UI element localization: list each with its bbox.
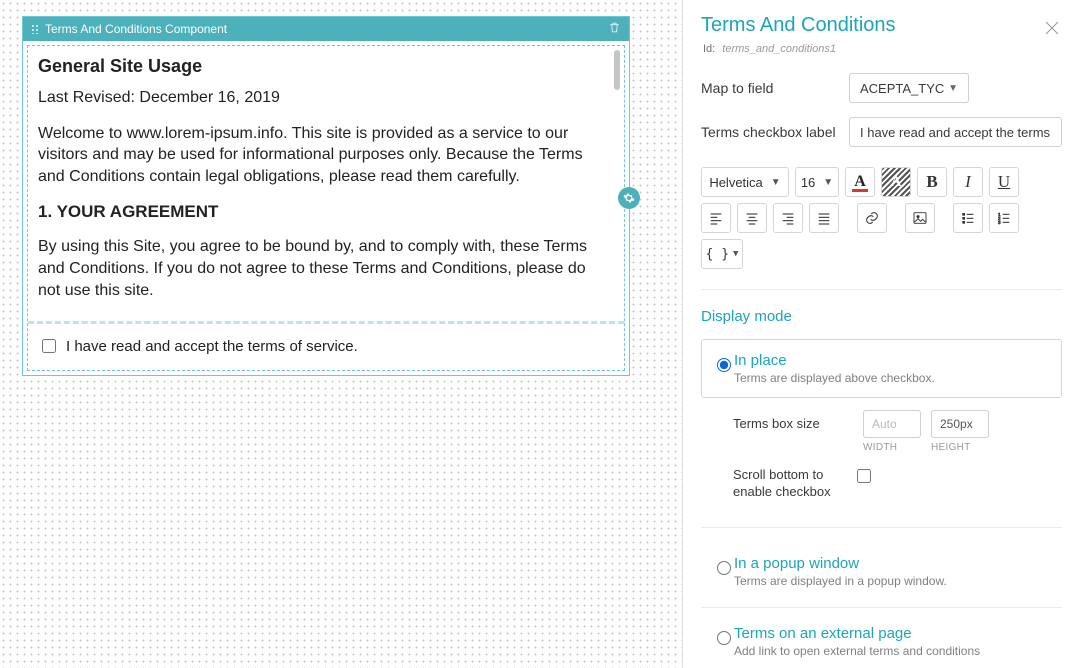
number-list-icon: 123 bbox=[996, 210, 1012, 226]
chevron-down-icon: ▼ bbox=[771, 177, 781, 188]
mode-external-desc: Add link to open external terms and cond… bbox=[734, 644, 980, 658]
component-header[interactable]: Terms And Conditions Component bbox=[23, 17, 629, 41]
mode-option-external[interactable]: Terms on an external page Add link to op… bbox=[701, 612, 1062, 668]
align-right-button[interactable] bbox=[773, 203, 803, 233]
terms-accept-checkbox[interactable] bbox=[42, 339, 56, 353]
close-icon bbox=[1042, 18, 1062, 38]
align-center-icon bbox=[744, 210, 760, 226]
font-color-button[interactable]: A bbox=[845, 167, 875, 197]
insert-code-button[interactable]: { } ▼ bbox=[701, 239, 743, 269]
checkbox-label-label: Terms checkbox label bbox=[701, 124, 849, 140]
height-caption: HEIGHT bbox=[931, 442, 989, 453]
bold-button[interactable]: B bbox=[917, 167, 947, 197]
rich-text-toolbar: Helvetica ▼ 16 ▼ A A B I U bbox=[701, 167, 1062, 275]
terms-component[interactable]: Terms And Conditions Component General S… bbox=[22, 16, 630, 376]
mode-option-in-place[interactable]: In place Terms are displayed above check… bbox=[701, 339, 1062, 398]
insert-link-button[interactable] bbox=[857, 203, 887, 233]
divider bbox=[701, 527, 1062, 528]
display-mode-label: Display mode bbox=[701, 308, 1062, 325]
mode-radio-external[interactable] bbox=[717, 631, 731, 645]
mode-option-popup[interactable]: In a popup window Terms are displayed in… bbox=[701, 542, 1062, 601]
font-size-select[interactable]: 16 ▼ bbox=[795, 167, 839, 197]
bullet-list-icon bbox=[960, 210, 976, 226]
panel-id: Id: terms_and_conditions1 bbox=[703, 43, 896, 55]
align-left-icon bbox=[708, 210, 724, 226]
width-input[interactable] bbox=[863, 410, 921, 438]
code-label: { } bbox=[706, 247, 729, 262]
align-center-button[interactable] bbox=[737, 203, 767, 233]
mode-popup-desc: Terms are displayed in a popup window. bbox=[734, 574, 947, 588]
align-justify-button[interactable] bbox=[809, 203, 839, 233]
component-settings-button[interactable] bbox=[618, 187, 640, 209]
align-left-button[interactable] bbox=[701, 203, 731, 233]
terms-heading: General Site Usage bbox=[38, 56, 610, 77]
chevron-down-icon: ▼ bbox=[948, 83, 958, 94]
scroll-bottom-checkbox[interactable] bbox=[857, 469, 871, 483]
terms-text-box: General Site Usage Last Revised: Decembe… bbox=[28, 46, 624, 324]
terms-revised: Last Revised: December 16, 2019 bbox=[38, 87, 610, 109]
panel-id-label: Id: bbox=[703, 43, 715, 55]
image-icon bbox=[912, 210, 928, 226]
chevron-down-icon: ▼ bbox=[823, 177, 833, 188]
underline-button[interactable]: U bbox=[989, 167, 1019, 197]
divider bbox=[701, 289, 1062, 290]
mode-popup-title: In a popup window bbox=[734, 555, 947, 572]
mode-in-place-desc: Terms are displayed above checkbox. bbox=[734, 371, 935, 385]
font-family-select[interactable]: Helvetica ▼ bbox=[701, 167, 789, 197]
link-icon bbox=[864, 210, 880, 226]
terms-intro: Welcome to www.lorem-ipsum.info. This si… bbox=[38, 123, 610, 188]
width-caption: WIDTH bbox=[863, 442, 921, 453]
map-to-field-label: Map to field bbox=[701, 80, 849, 96]
font-family-value: Helvetica bbox=[709, 175, 762, 190]
properties-panel: Terms And Conditions Id: terms_and_condi… bbox=[682, 0, 1074, 668]
mode-external-title: Terms on an external page bbox=[734, 625, 980, 642]
italic-button[interactable]: I bbox=[953, 167, 983, 197]
terms-accept-label: I have read and accept the terms of serv… bbox=[66, 338, 358, 355]
gear-icon bbox=[623, 192, 635, 204]
align-right-icon bbox=[780, 210, 796, 226]
terms-section1-title: 1. YOUR AGREEMENT bbox=[38, 201, 610, 224]
terms-box-size-label: Terms box size bbox=[733, 410, 863, 431]
chevron-down-icon: ▼ bbox=[733, 249, 738, 259]
drag-grip-icon[interactable] bbox=[31, 24, 39, 34]
map-to-field-value: ACEPTA_TYC bbox=[860, 81, 944, 96]
close-panel-button[interactable] bbox=[1042, 14, 1062, 41]
map-to-field-select[interactable]: ACEPTA_TYC ▼ bbox=[849, 73, 969, 103]
form-canvas[interactable]: Terms And Conditions Component General S… bbox=[0, 0, 682, 668]
scroll-bottom-label: Scroll bottom to enable checkbox bbox=[733, 467, 853, 501]
mode-in-place-title: In place bbox=[734, 352, 935, 369]
ordered-list-button[interactable]: 123 bbox=[989, 203, 1019, 233]
bg-color-button[interactable]: A bbox=[881, 167, 911, 197]
component-header-title: Terms And Conditions Component bbox=[45, 22, 227, 36]
in-place-settings: Terms box size WIDTH HEIGHT Scroll botto… bbox=[701, 400, 1062, 511]
checkbox-label-input[interactable] bbox=[849, 117, 1062, 147]
insert-image-button[interactable] bbox=[905, 203, 935, 233]
mode-radio-in-place[interactable] bbox=[717, 358, 731, 372]
divider bbox=[701, 607, 1062, 608]
align-justify-icon bbox=[816, 210, 832, 226]
svg-text:3: 3 bbox=[998, 220, 1001, 225]
font-size-value: 16 bbox=[801, 175, 815, 190]
mode-radio-popup[interactable] bbox=[717, 561, 731, 575]
delete-component-button[interactable] bbox=[608, 21, 621, 37]
scrollbar-thumb[interactable] bbox=[614, 50, 620, 90]
component-body: General Site Usage Last Revised: Decembe… bbox=[27, 45, 625, 371]
unordered-list-button[interactable] bbox=[953, 203, 983, 233]
terms-section1-body: By using this Site, you agree to be boun… bbox=[38, 236, 610, 301]
height-input[interactable] bbox=[931, 410, 989, 438]
panel-title: Terms And Conditions bbox=[701, 14, 896, 37]
terms-accept-row[interactable]: I have read and accept the terms of serv… bbox=[28, 324, 624, 370]
panel-id-value: terms_and_conditions1 bbox=[722, 43, 836, 55]
